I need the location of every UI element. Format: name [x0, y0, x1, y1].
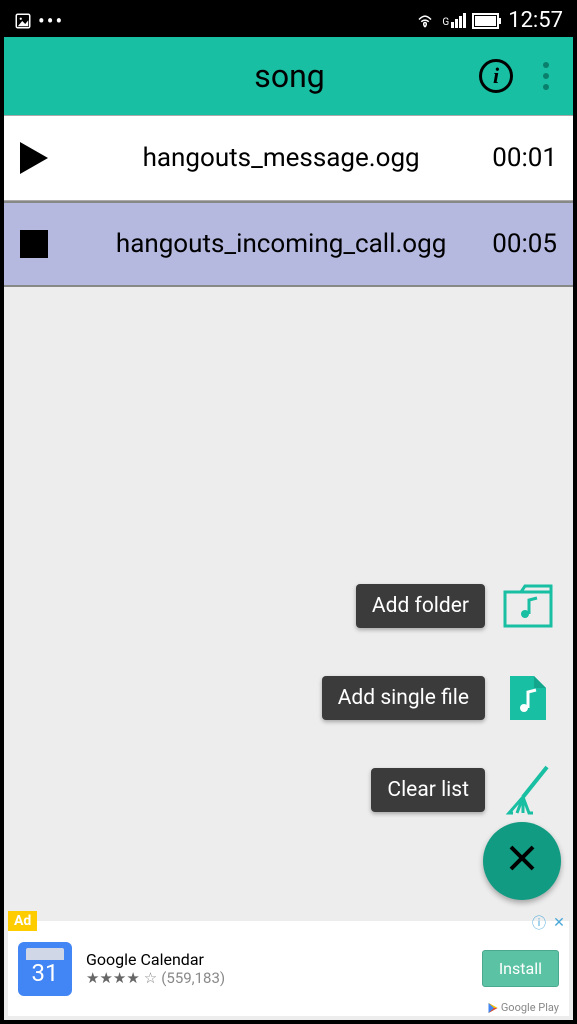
more-icon: •••	[38, 9, 64, 33]
store-label: Google Play	[487, 1001, 559, 1014]
add-file-row[interactable]: Add single file	[322, 673, 553, 723]
clock-text: 12:57	[508, 8, 563, 33]
calendar-icon: 31	[18, 942, 72, 996]
music-file-icon[interactable]	[503, 673, 553, 723]
ad-rating: ★★★★☆ (559,183)	[86, 969, 482, 987]
stop-icon[interactable]	[20, 230, 70, 258]
ad-badge: Ad	[8, 911, 37, 931]
signal-icon: G	[442, 13, 466, 28]
fab-menu: Add folder Add single file Clear list	[322, 581, 553, 815]
status-left: •••	[14, 9, 64, 33]
ad-info-icon[interactable]: ⓘ	[531, 915, 547, 931]
fab-close-button[interactable]	[483, 822, 561, 900]
info-icon[interactable]: i	[479, 59, 513, 93]
track-name: hangouts_message.ogg	[70, 143, 492, 173]
battery-icon	[472, 13, 502, 29]
fab-label: Add single file	[322, 676, 485, 720]
overflow-menu-icon[interactable]	[535, 62, 557, 90]
track-duration: 00:01	[492, 143, 557, 173]
fab-label: Clear list	[371, 768, 485, 812]
image-icon	[14, 12, 32, 30]
broom-icon[interactable]	[503, 765, 553, 815]
track-duration: 00:05	[492, 229, 557, 259]
status-bar: ••• G 12:57	[4, 4, 573, 37]
app-bar: song i	[4, 37, 573, 115]
status-right: G 12:57	[414, 8, 563, 33]
add-folder-row[interactable]: Add folder	[356, 581, 553, 631]
track-name: hangouts_incoming_call.ogg	[70, 229, 492, 259]
play-icon[interactable]	[20, 142, 70, 174]
track-row[interactable]: hangouts_message.ogg 00:01	[4, 115, 573, 201]
fab-label: Add folder	[356, 584, 485, 628]
ad-title: Google Calendar	[86, 950, 482, 969]
track-row[interactable]: hangouts_incoming_call.ogg 00:05	[4, 201, 573, 287]
clear-list-row[interactable]: Clear list	[371, 765, 553, 815]
close-icon	[507, 840, 537, 882]
ad-banner[interactable]: Ad ⓘ ✕ 31 Google Calendar ★★★★☆ (559,183…	[8, 921, 569, 1016]
music-folder-icon[interactable]	[503, 581, 553, 631]
install-button[interactable]: Install	[482, 950, 559, 987]
ad-close-icon[interactable]: ✕	[551, 915, 567, 931]
wifi-icon	[414, 12, 436, 30]
page-title: song	[100, 57, 479, 95]
